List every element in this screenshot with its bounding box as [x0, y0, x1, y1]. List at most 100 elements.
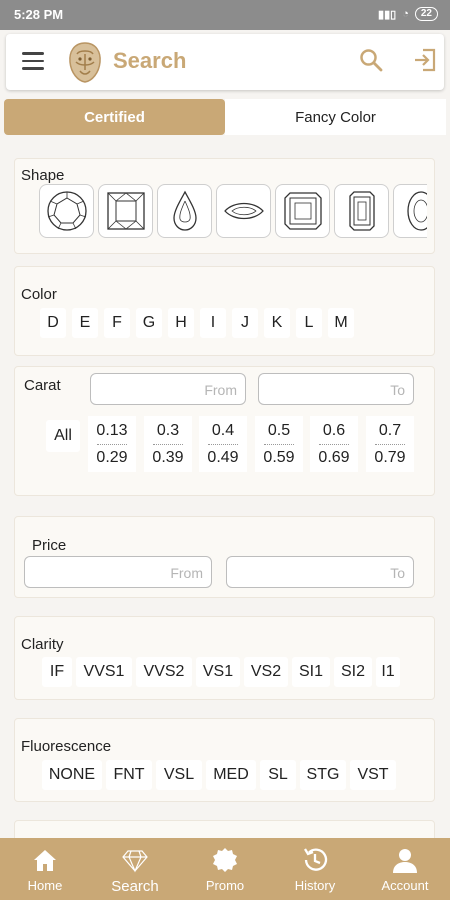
color-option[interactable]: K: [264, 308, 290, 338]
color-option[interactable]: E: [72, 308, 98, 338]
clarity-option[interactable]: VVS1: [76, 657, 132, 687]
clarity-option[interactable]: VS1: [196, 657, 240, 687]
clarity-option[interactable]: I1: [376, 657, 400, 687]
promo-icon: [213, 848, 237, 872]
carat-range-to: 0.49: [207, 448, 239, 466]
color-option[interactable]: F: [104, 308, 130, 338]
nav-search[interactable]: Search: [90, 838, 180, 900]
shape-pear[interactable]: [157, 184, 212, 238]
clarity-option[interactable]: SI1: [292, 657, 330, 687]
carat-range-from: 0.3: [156, 421, 180, 439]
search-icon[interactable]: [358, 47, 384, 73]
carat-range[interactable]: 0.7 0.79: [366, 416, 414, 472]
color-options: D E F G H I J K L M: [40, 308, 354, 338]
carat-range-from: 0.6: [322, 421, 346, 439]
carat-range-from: 0.13: [96, 421, 128, 439]
tab-certified[interactable]: Certified: [4, 99, 225, 135]
nav-search-label: Search: [111, 878, 159, 895]
color-option[interactable]: I: [200, 308, 226, 338]
fluorescence-option[interactable]: FNT: [106, 760, 152, 790]
fluorescence-option[interactable]: VST: [350, 760, 396, 790]
nav-home-label: Home: [27, 878, 63, 893]
price-to-input[interactable]: To: [226, 556, 414, 588]
color-option[interactable]: H: [168, 308, 194, 338]
shape-princess[interactable]: [98, 184, 153, 238]
fluorescence-option[interactable]: STG: [300, 760, 346, 790]
signal-icon: ▮▮▯: [378, 8, 397, 21]
diamond-icon: [122, 850, 148, 873]
fluorescence-option[interactable]: SL: [260, 760, 296, 790]
color-option[interactable]: L: [296, 308, 322, 338]
page-title: Search: [113, 48, 187, 73]
history-icon: [304, 848, 328, 871]
pear-icon: [172, 190, 197, 231]
status-bar: 5:28 PM ▮▮▯ ◔ 22: [0, 0, 450, 30]
carat-range[interactable]: 0.13 0.29: [88, 416, 136, 472]
fluorescence-option[interactable]: VSL: [156, 760, 202, 790]
clarity-option[interactable]: VS2: [244, 657, 288, 687]
carat-range[interactable]: 0.4 0.49: [199, 416, 247, 472]
color-option[interactable]: M: [328, 308, 354, 338]
color-option[interactable]: G: [136, 308, 162, 338]
price-label: Price: [32, 537, 67, 554]
clarity-options: IF VVS1 VVS2 VS1 VS2 SI1 SI2 I1: [42, 657, 400, 687]
carat-range-from: 0.4: [211, 421, 235, 439]
carat-all-option[interactable]: All: [46, 420, 80, 452]
carat-range[interactable]: 0.6 0.69: [310, 416, 358, 472]
princess-icon: [106, 192, 145, 230]
logout-icon[interactable]: [411, 46, 439, 74]
clarity-option[interactable]: IF: [42, 657, 72, 687]
tab-fancy-color[interactable]: Fancy Color: [225, 99, 446, 135]
shape-emerald[interactable]: [334, 184, 389, 238]
shape-list[interactable]: [39, 184, 427, 240]
color-option[interactable]: J: [232, 308, 258, 338]
carat-to-input[interactable]: To: [258, 373, 414, 405]
clarity-option[interactable]: SI2: [334, 657, 372, 687]
carat-from-input[interactable]: From: [90, 373, 246, 405]
carat-range-to: 0.59: [263, 448, 295, 466]
price-from-input[interactable]: From: [24, 556, 212, 588]
asscher-icon: [283, 192, 322, 230]
status-icons: ▮▮▯ ◔ 22: [378, 7, 438, 21]
carat-range-to: 0.79: [374, 448, 406, 466]
home-icon: [34, 850, 56, 871]
bottom-navigation: Home Search Promo History Account: [0, 838, 450, 900]
shape-oval[interactable]: [393, 184, 427, 238]
shape-asscher[interactable]: [275, 184, 330, 238]
shape-round[interactable]: [39, 184, 94, 238]
nav-promo[interactable]: Promo: [180, 838, 270, 900]
carat-range-from: 0.5: [267, 421, 291, 439]
fluorescence-options: NONE FNT VSL MED SL STG VST: [42, 760, 396, 790]
nav-history[interactable]: History: [270, 838, 360, 900]
nav-account[interactable]: Account: [360, 838, 450, 900]
carat-range[interactable]: 0.5 0.59: [255, 416, 303, 472]
lion-logo-icon: [69, 42, 101, 83]
color-label: Color: [21, 286, 57, 303]
oval-icon: [406, 191, 427, 231]
carat-range-to: 0.69: [318, 448, 350, 466]
fluorescence-label: Fluorescence: [21, 738, 112, 755]
fluorescence-option[interactable]: NONE: [42, 760, 102, 790]
carat-range-from: 0.7: [378, 421, 402, 439]
carat-range-to: 0.29: [96, 448, 128, 466]
carat-range[interactable]: 0.3 0.39: [144, 416, 192, 472]
emerald-icon: [348, 191, 375, 231]
color-option[interactable]: D: [40, 308, 66, 338]
app-bar: Search: [6, 34, 444, 90]
clarity-option[interactable]: VVS2: [136, 657, 192, 687]
nav-promo-label: Promo: [205, 878, 245, 893]
battery-icon: 22: [414, 7, 438, 21]
status-time: 5:28 PM: [14, 7, 64, 22]
nav-account-label: Account: [381, 878, 429, 893]
marquise-icon: [223, 202, 264, 220]
wifi-icon: ◔: [402, 8, 409, 20]
menu-icon[interactable]: [22, 52, 44, 72]
carat-label: Carat: [24, 377, 61, 394]
clarity-label: Clarity: [21, 636, 64, 653]
nav-home[interactable]: Home: [0, 838, 90, 900]
shape-label: Shape: [21, 167, 65, 184]
fluorescence-option[interactable]: MED: [206, 760, 256, 790]
account-icon: [393, 849, 417, 873]
nav-history-label: History: [294, 878, 336, 893]
shape-marquise[interactable]: [216, 184, 271, 238]
